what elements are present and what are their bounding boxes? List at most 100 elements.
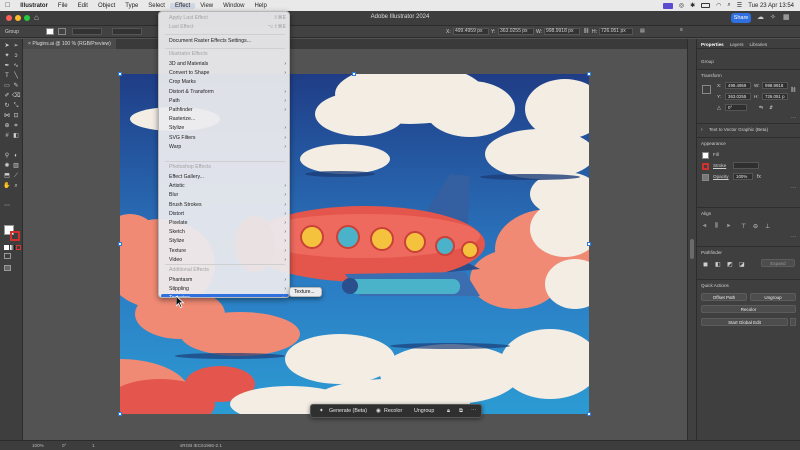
tab-properties[interactable]: Properties <box>701 42 724 47</box>
gradient-tool-icon[interactable]: ◧ <box>12 132 20 140</box>
more-options-icon[interactable]: ⋯ <box>471 405 476 417</box>
menu-item-apply-last-effect[interactable]: Apply Last Effect ⇧⌘E <box>159 14 289 23</box>
lock-icon[interactable]: 🔒︎ <box>447 405 450 417</box>
opacity-input[interactable]: 100% <box>733 173 753 180</box>
drawing-mode-icon[interactable] <box>4 253 11 259</box>
search-icon[interactable]: ⌕ <box>727 2 730 9</box>
zoom-level[interactable]: 100% <box>32 443 44 448</box>
generate-beta-button[interactable]: Generate (Beta) <box>329 405 367 417</box>
more-options-icon[interactable]: ⋯ <box>791 234 796 240</box>
menu-item-effect-gallery[interactable]: Effect Gallery... <box>159 173 289 182</box>
menu-edit[interactable]: Edit <box>73 3 93 9</box>
symbol-sprayer-icon[interactable]: ✺ <box>3 162 11 170</box>
type-tool-icon[interactable]: T <box>3 72 11 80</box>
wifi-icon[interactable]: ◠ <box>716 2 721 9</box>
generate-icon[interactable]: ✦ <box>319 405 323 417</box>
direct-selection-tool-icon[interactable]: ➢ <box>12 42 20 50</box>
align-icon[interactable]: ▤ <box>640 28 645 34</box>
tab-layers[interactable]: Layers <box>730 42 744 47</box>
menu-item-distort-transform[interactable]: Distort & Transform › <box>159 88 289 97</box>
x-field[interactable]: 499.4959 px <box>453 28 489 35</box>
exclude-icon[interactable]: ◪ <box>739 261 745 268</box>
stroke-weight-input[interactable] <box>733 162 759 169</box>
rotate-tool-icon[interactable]: ↻ <box>3 102 11 110</box>
rotation-angle[interactable]: 0° <box>62 443 66 448</box>
h-input[interactable]: 726.051 p <box>762 93 788 100</box>
menu-item-path[interactable]: Path › <box>159 97 289 106</box>
menu-effect[interactable]: Effect <box>169 2 196 9</box>
menu-item-brush-strokes[interactable]: Brush Strokes › <box>159 201 289 210</box>
menu-select[interactable]: Select <box>143 3 170 9</box>
opacity-field[interactable] <box>112 28 142 35</box>
selection-handle-tm[interactable] <box>352 72 356 76</box>
link-icon[interactable]: ⛓ <box>583 28 589 34</box>
perspective-grid-icon[interactable]: ⌗ <box>12 122 20 130</box>
color-mode-icon[interactable] <box>4 245 9 250</box>
selection-handle-mr[interactable] <box>587 242 591 246</box>
align-hcenter-icon[interactable]: ⫼ <box>715 223 718 230</box>
selection-handle-ml[interactable] <box>118 242 122 246</box>
selection-handle-tr[interactable] <box>587 72 591 76</box>
artboard-number[interactable]: 1 <box>92 443 95 448</box>
screen-mode-icon[interactable] <box>4 265 11 271</box>
more-options-icon[interactable]: ⋯ <box>791 185 796 191</box>
fill-swatch[interactable] <box>46 28 54 35</box>
curvature-tool-icon[interactable]: ∿ <box>12 62 20 70</box>
edit-toolbar-icon[interactable]: ⋯ <box>3 202 11 210</box>
apple-icon[interactable]:  <box>0 2 15 9</box>
x-input[interactable]: 499.4959 <box>725 82 751 89</box>
menu-item-crop-marks[interactable]: Crop Marks <box>159 78 289 87</box>
menu-view[interactable]: View <box>195 3 218 9</box>
selection-handle-tl[interactable] <box>118 72 122 76</box>
width-tool-icon[interactable]: ⋈ <box>3 112 11 120</box>
workspace-icon[interactable]: ▦ <box>783 13 790 21</box>
menu-item-blur[interactable]: Blur › <box>159 191 289 200</box>
y-field[interactable]: 363.0255 px <box>498 28 534 35</box>
unite-icon[interactable]: ◼ <box>703 261 708 268</box>
menu-item-video[interactable]: Video › <box>159 256 289 265</box>
slice-tool-icon[interactable]: ⟋ <box>12 172 20 180</box>
gradient-mode-icon[interactable] <box>10 245 15 250</box>
align-vcenter-icon[interactable]: ⊖ <box>753 223 758 230</box>
menu-icon[interactable]: ≡ <box>680 27 683 33</box>
minus-front-icon[interactable]: ◧ <box>715 261 721 268</box>
paintbrush-icon[interactable]: ✎ <box>12 82 20 90</box>
discover-icon[interactable]: ✧ <box>770 13 776 21</box>
menu-item-phantasm[interactable]: Phantasm › <box>159 276 289 285</box>
selection-tool-icon[interactable]: ➤ <box>3 42 11 50</box>
duplicate-icon[interactable]: ⧉ <box>459 405 463 417</box>
rotate-input[interactable]: 0° <box>725 104 747 111</box>
vertical-scrollbar[interactable] <box>690 239 694 259</box>
text-to-vector-link[interactable]: Text to Vector Graphic (Beta) <box>709 127 768 132</box>
menu-item-last-effect[interactable]: Last Effect ⌥⇧⌘E <box>159 23 289 32</box>
menu-item-warp[interactable]: Warp › <box>159 143 289 152</box>
menu-item-pixelate[interactable]: Pixelate › <box>159 219 289 228</box>
menu-app-name[interactable]: Illustrator <box>15 3 53 9</box>
magic-wand-icon[interactable]: ✦ <box>3 52 11 60</box>
free-transform-icon[interactable]: ⊡ <box>12 112 20 120</box>
bluetooth-icon[interactable]: ✱ <box>690 2 695 9</box>
menu-item-sketch[interactable]: Sketch › <box>159 228 289 237</box>
pen-tool-icon[interactable]: ✒ <box>3 62 11 70</box>
tab-libraries[interactable]: Libraries <box>750 42 768 47</box>
stroke-swatch[interactable] <box>58 28 66 35</box>
opacity-label[interactable]: Opacity <box>713 174 729 179</box>
start-global-edit-button[interactable]: Start Global Edit <box>701 318 788 326</box>
artboard-tool-icon[interactable]: ⬒ <box>3 172 11 180</box>
y-input[interactable]: 363.0255 <box>725 93 751 100</box>
line-tool-icon[interactable]: ╲ <box>12 72 20 80</box>
flip-vertical-icon[interactable]: ⇵ <box>769 105 773 111</box>
fill-swatch[interactable] <box>702 152 709 159</box>
menu-object[interactable]: Object <box>93 3 120 9</box>
screen-record-icon[interactable] <box>662 2 673 9</box>
constrain-link-icon[interactable]: ⛓ <box>790 87 796 93</box>
blend-tool-icon[interactable]: ◐ <box>12 152 20 160</box>
stroke-color-swatch[interactable] <box>10 231 20 241</box>
menu-item-artistic[interactable]: Artistic › <box>159 182 289 191</box>
shape-builder-icon[interactable]: ⊕ <box>3 122 11 130</box>
battery-icon[interactable] <box>701 3 711 8</box>
stroke-weight-field[interactable] <box>72 28 102 35</box>
align-top-icon[interactable]: ⊤ <box>741 223 746 230</box>
zoom-tool-icon[interactable]: ⌕ <box>12 182 20 190</box>
document-tab[interactable]: × Plugins.ai @ 100 % (RGB/Preview) <box>23 39 116 49</box>
